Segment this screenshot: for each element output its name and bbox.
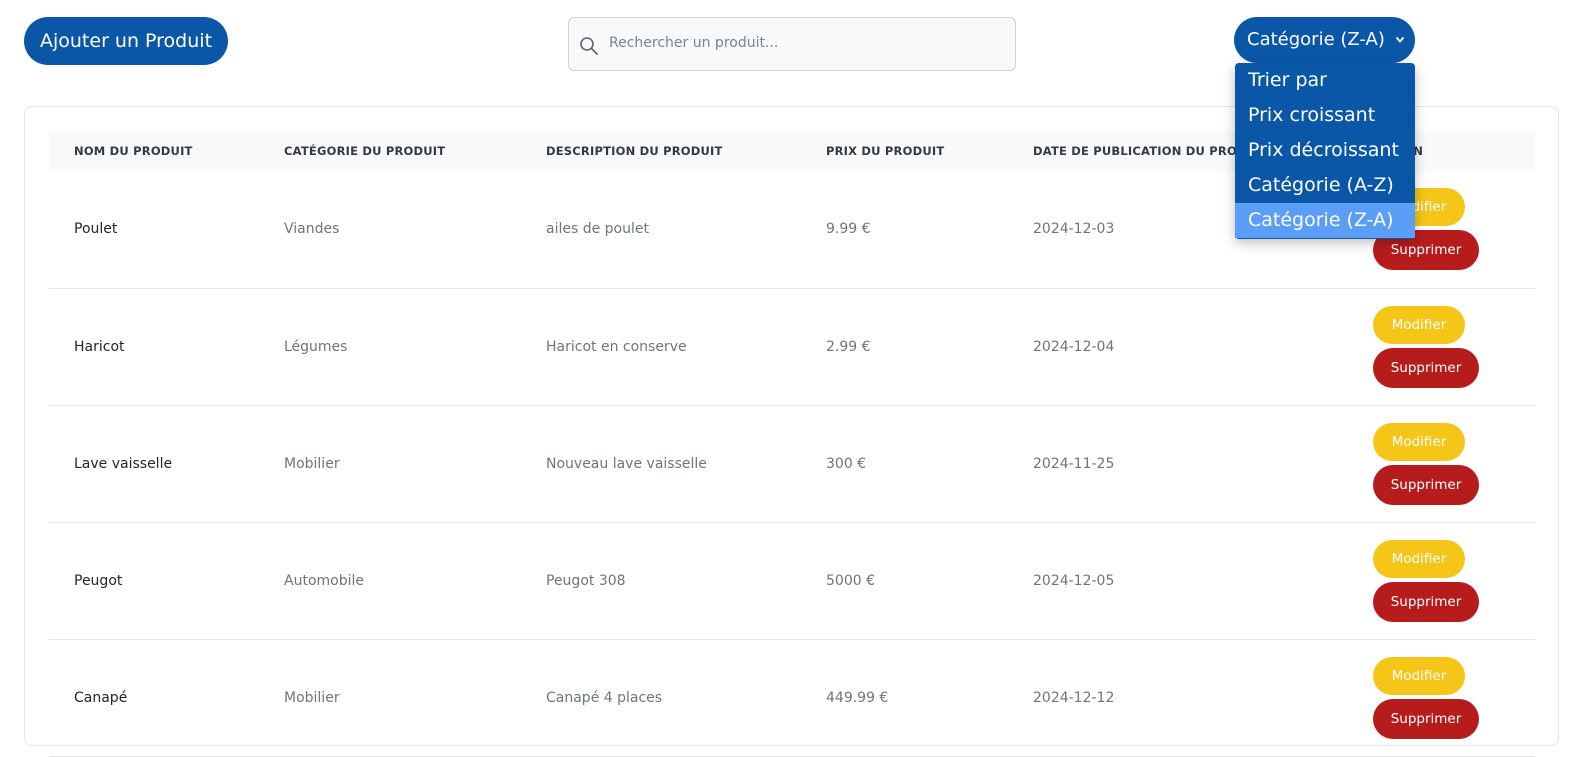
sort-selected-value: Catégorie (Z-A) [1247, 29, 1385, 50]
table-row: Canapé Mobilier Canapé 4 places 449.99 €… [49, 639, 1535, 757]
cell-date: 2024-12-04 [1008, 288, 1348, 406]
cell-category: Viandes [259, 171, 521, 289]
cell-category: Mobilier [259, 405, 521, 523]
edit-button[interactable]: Modifier [1373, 305, 1465, 344]
cell-description: Peugot 308 [521, 522, 801, 640]
cell-price: 2.99 € [801, 288, 1008, 406]
cell-name: Poulet [49, 171, 259, 289]
search-placeholder: Rechercher un produit... [609, 35, 779, 51]
cell-price: 449.99 € [801, 639, 1008, 757]
delete-button[interactable]: Supprimer [1373, 464, 1479, 505]
cell-name: Canapé [49, 639, 259, 757]
delete-button[interactable]: Supprimer [1373, 347, 1479, 388]
header-price: PRIX DU PRODUIT [826, 144, 945, 158]
header-category: CATÉGORIE DU PRODUIT [284, 144, 446, 158]
cell-actions: Modifier Supprimer [1348, 522, 1535, 640]
cell-actions: Modifier Supprimer [1348, 288, 1535, 406]
header-name: NOM DU PRODUIT [74, 144, 193, 158]
sort-dropdown-menu: Trier par Prix croissant Prix décroissan… [1235, 63, 1415, 239]
cell-date: 2024-12-05 [1008, 522, 1348, 640]
sort-option-price-desc[interactable]: Prix décroissant [1235, 133, 1415, 168]
edit-button[interactable]: Modifier [1373, 422, 1465, 461]
sort-option-default[interactable]: Trier par [1235, 63, 1415, 98]
sort-option-category-az[interactable]: Catégorie (A-Z) [1235, 168, 1415, 203]
cell-category: Automobile [259, 522, 521, 640]
cell-name: Lave vaisselle [49, 405, 259, 523]
cell-description: Haricot en conserve [521, 288, 801, 406]
table-row: Haricot Légumes Haricot en conserve 2.99… [49, 288, 1535, 406]
edit-button[interactable]: Modifier [1373, 539, 1465, 578]
cell-actions: Modifier Supprimer [1348, 405, 1535, 523]
chevron-down-icon [1396, 37, 1404, 43]
sort-select[interactable]: Catégorie (Z-A) [1234, 17, 1415, 63]
cell-price: 9.99 € [801, 171, 1008, 289]
sort-option-category-za[interactable]: Catégorie (Z-A) [1235, 203, 1415, 238]
cell-price: 300 € [801, 405, 1008, 523]
search-icon [580, 37, 598, 55]
table-row: Peugot Automobile Peugot 308 5000 € 2024… [49, 522, 1535, 640]
cell-description: Nouveau lave vaisselle [521, 405, 801, 523]
cell-category: Légumes [259, 288, 521, 406]
cell-description: Canapé 4 places [521, 639, 801, 757]
cell-description: ailes de poulet [521, 171, 801, 289]
delete-button[interactable]: Supprimer [1373, 581, 1479, 622]
cell-name: Peugot [49, 522, 259, 640]
cell-price: 5000 € [801, 522, 1008, 640]
cell-name: Haricot [49, 288, 259, 406]
add-product-button[interactable]: Ajouter un Produit [24, 17, 228, 65]
cell-category: Mobilier [259, 639, 521, 757]
delete-button[interactable]: Supprimer [1373, 698, 1479, 739]
toolbar: Ajouter un Produit Rechercher un produit… [0, 0, 1586, 239]
header-description: DESCRIPTION DU PRODUIT [546, 144, 723, 158]
cell-date: 2024-11-25 [1008, 405, 1348, 523]
table-row: Lave vaisselle Mobilier Nouveau lave vai… [49, 405, 1535, 523]
cell-date: 2024-12-12 [1008, 639, 1348, 757]
sort-option-price-asc[interactable]: Prix croissant [1235, 98, 1415, 133]
cell-actions: Modifier Supprimer [1348, 639, 1535, 757]
search-input[interactable]: Rechercher un produit... [568, 17, 1016, 71]
edit-button[interactable]: Modifier [1373, 656, 1465, 695]
